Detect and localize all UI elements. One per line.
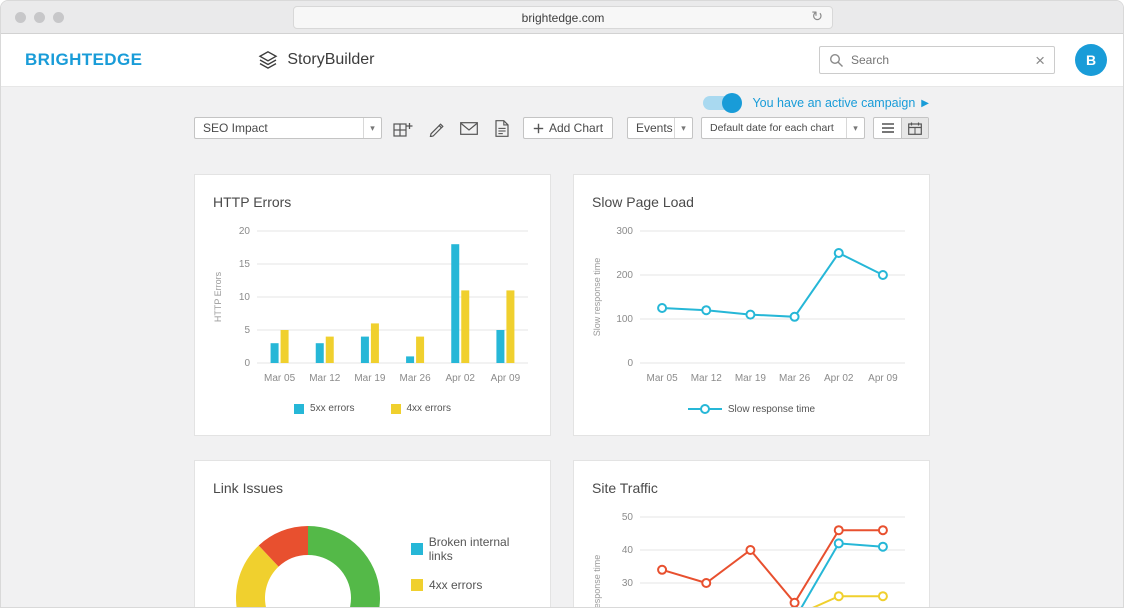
svg-text:Mar 26: Mar 26	[400, 373, 432, 384]
events-select[interactable]: Events ▾	[627, 117, 693, 139]
svg-text:Apr 09: Apr 09	[491, 373, 521, 384]
storybuilder-title: StoryBuilder	[258, 50, 374, 70]
view-toggle	[873, 117, 929, 139]
site-traffic-card: Site Traffic 20304050Mar 05Mar 12Mar 19M…	[573, 460, 930, 608]
grid-add-icon[interactable]	[391, 118, 415, 138]
slow-page-load-legend: Slow response time	[590, 403, 913, 415]
svg-text:Mar 19: Mar 19	[735, 373, 767, 384]
svg-text:Apr 02: Apr 02	[824, 373, 854, 384]
chart-title: HTTP Errors	[213, 194, 534, 210]
date-range-value: Default date for each chart	[710, 122, 834, 134]
svg-text:50: 50	[622, 512, 634, 523]
caret-down-icon: ▾	[363, 118, 381, 138]
campaign-arrow-icon: ▶	[921, 98, 929, 109]
svg-text:300: 300	[616, 226, 633, 237]
search-input[interactable]	[851, 53, 1035, 67]
toolbar: SEO Impact ▾	[194, 117, 929, 139]
brightedge-logo[interactable]: BRIGHTEDGE	[25, 50, 142, 70]
app-header: BRIGHTEDGE StoryBuilder × B	[1, 34, 1123, 87]
pie-row: Broken internal links4xx errorsToo many …	[211, 501, 534, 608]
caret-down-icon: ▾	[674, 118, 692, 138]
search-icon	[829, 53, 844, 68]
add-chart-button[interactable]: Add Chart	[523, 117, 613, 139]
svg-text:Mar 12: Mar 12	[309, 373, 341, 384]
svg-text:20: 20	[239, 226, 251, 237]
svg-text:5: 5	[244, 325, 250, 336]
svg-text:Mar 19: Mar 19	[354, 373, 386, 384]
site-traffic-chart: 20304050Mar 05Mar 12Mar 19Mar 26Apr 02Ap…	[590, 501, 913, 608]
header-right: × B	[819, 44, 1107, 76]
svg-text:response time: response time	[592, 555, 602, 608]
svg-text:Mar 05: Mar 05	[264, 373, 296, 384]
dashboard-select[interactable]: SEO Impact ▾	[194, 117, 382, 139]
clear-search-icon[interactable]: ×	[1035, 52, 1045, 69]
toolbar-right: Events ▾ Default date for each chart ▾	[627, 117, 929, 139]
legend-item: 4xx errors	[411, 578, 482, 592]
url-text: brightedge.com	[522, 11, 605, 25]
plus-icon	[533, 123, 544, 134]
reload-icon[interactable]: ↻	[811, 8, 823, 25]
svg-text:Mar 26: Mar 26	[779, 373, 811, 384]
campaign-banner: You have an active campaign ▶	[703, 96, 929, 110]
browser-titlebar: brightedge.com ↻	[1, 1, 1123, 34]
browser-window: brightedge.com ↻ BRIGHTEDGE StoryBuilder…	[0, 0, 1124, 608]
events-select-value: Events	[636, 121, 673, 135]
chart-title: Slow Page Load	[592, 194, 913, 210]
svg-text:Mar 05: Mar 05	[647, 373, 679, 384]
http-errors-chart: 0 5 10 15 20 Mar 05 Mar 12 Mar 19 Mar 26 Apr 02 Ap…	[211, 215, 534, 402]
window-controls	[15, 12, 64, 23]
slow-page-load-card: Slow Page Load 0 100 200 300 Mar 05 Mar 12 Mar…	[573, 174, 930, 436]
calendar-view-button[interactable]	[901, 118, 928, 138]
list-view-button[interactable]	[874, 118, 901, 138]
svg-text:Mar 12: Mar 12	[691, 373, 723, 384]
window-close-button[interactable]	[15, 12, 26, 23]
svg-text:Slow response time: Slow response time	[592, 258, 602, 337]
pdf-export-icon[interactable]	[490, 118, 514, 138]
svg-text:30: 30	[622, 578, 634, 589]
window-zoom-button[interactable]	[53, 12, 64, 23]
app-name: StoryBuilder	[287, 51, 374, 69]
svg-text:0: 0	[244, 358, 250, 369]
edit-pencil-icon[interactable]	[424, 118, 448, 138]
slow-page-load-chart: 0 100 200 300 Mar 05 Mar 12 Mar 19 Mar 26 Apr 02…	[590, 215, 913, 402]
svg-text:Apr 09: Apr 09	[868, 373, 898, 384]
svg-text:200: 200	[616, 270, 633, 281]
svg-text:40: 40	[622, 545, 634, 556]
link-issues-chart	[223, 513, 393, 608]
link-issues-legend: Broken internal links4xx errorsToo many …	[411, 535, 534, 608]
legend-item: 5xx errors	[294, 403, 354, 414]
list-view-icon	[881, 122, 895, 134]
legend-item: 4xx errors	[391, 403, 451, 414]
dashboard-content: You have an active campaign ▶ SEO Impact…	[1, 87, 1123, 607]
campaign-label: You have an active campaign	[752, 96, 915, 110]
layers-icon	[258, 50, 278, 70]
user-avatar[interactable]: B	[1075, 44, 1107, 76]
svg-text:100: 100	[616, 314, 633, 325]
svg-text:10: 10	[239, 292, 251, 303]
campaign-toggle[interactable]	[703, 96, 741, 110]
campaign-link[interactable]: You have an active campaign ▶	[752, 96, 929, 110]
caret-down-icon: ▾	[846, 118, 864, 138]
http-errors-legend: 5xx errors 4xx errors	[211, 403, 534, 414]
chart-title: Site Traffic	[592, 480, 913, 496]
add-chart-label: Add Chart	[549, 121, 603, 135]
toggle-knob	[722, 93, 742, 113]
charts-grid: HTTP Errors 0 5 10 15 20 Mar 05 Mar 12 Mar 19 Ma…	[194, 174, 930, 608]
svg-text:HTTP Errors: HTTP Errors	[213, 271, 223, 322]
url-bar[interactable]: brightedge.com ↻	[293, 6, 833, 29]
date-range-select[interactable]: Default date for each chart ▾	[701, 117, 865, 139]
legend-item: Slow response time	[688, 403, 815, 415]
svg-text:0: 0	[627, 358, 633, 369]
svg-text:15: 15	[239, 259, 251, 270]
http-errors-card: HTTP Errors 0 5 10 15 20 Mar 05 Mar 12 Mar 19 Ma…	[194, 174, 551, 436]
email-icon[interactable]	[457, 118, 481, 138]
dashboard-select-value: SEO Impact	[203, 121, 268, 135]
search-box[interactable]: ×	[819, 46, 1055, 74]
svg-text:Apr 02: Apr 02	[446, 373, 476, 384]
calendar-view-icon	[908, 122, 922, 135]
window-minimize-button[interactable]	[34, 12, 45, 23]
chart-title: Link Issues	[213, 480, 534, 496]
link-issues-card: Link Issues Broken internal links 4xx err…	[194, 460, 551, 608]
legend-item: Broken internal links	[411, 535, 534, 563]
